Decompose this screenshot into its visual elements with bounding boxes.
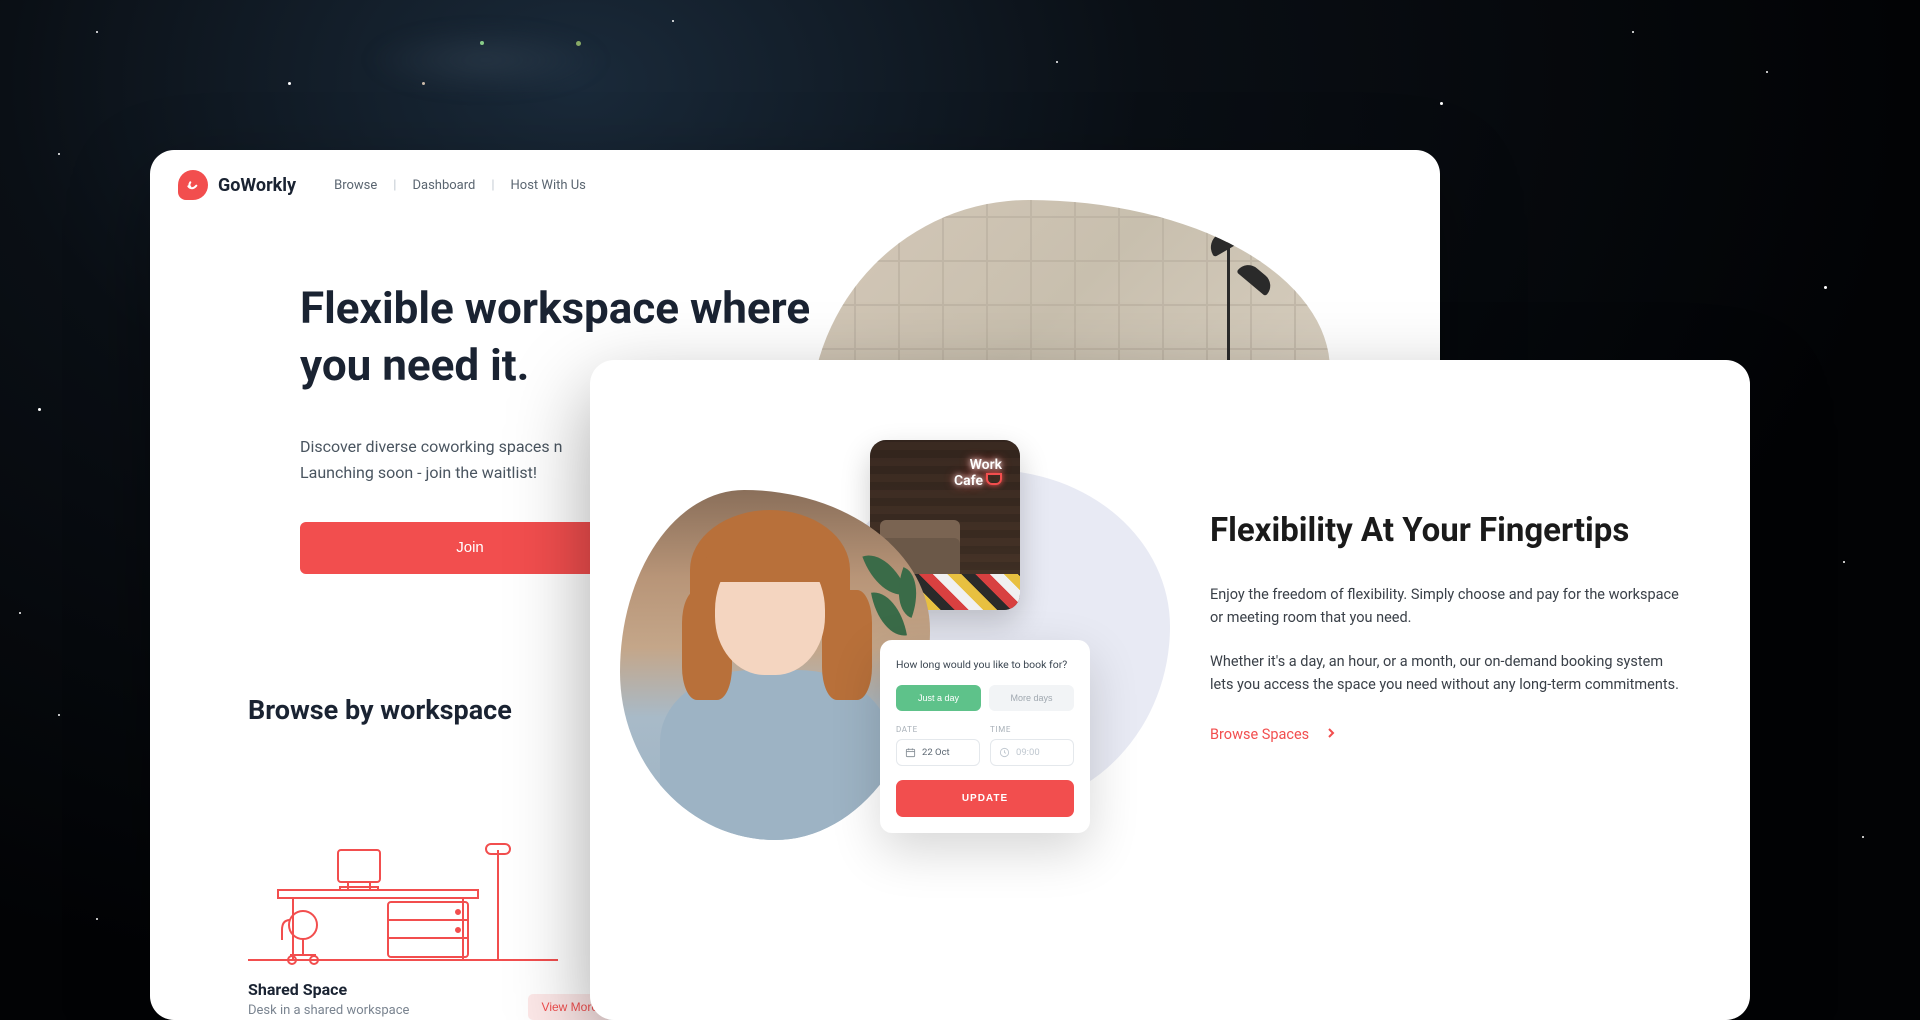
workspace-title: Shared Space <box>248 980 558 999</box>
nav-host[interactable]: Host With Us <box>495 178 602 193</box>
booking-question: How long would you like to book for? <box>896 658 1074 671</box>
clock-icon <box>999 747 1010 758</box>
calendar-icon <box>905 747 916 758</box>
workspace-illustration <box>248 760 558 970</box>
nav-browse[interactable]: Browse <box>318 178 393 193</box>
workspace-card[interactable]: Shared Space Desk in a shared workspace … <box>248 760 558 1018</box>
feature-visual: Work Cafe How long would you like to boo… <box>630 400 1150 980</box>
neon-sign: Work Cafe <box>954 458 1002 490</box>
join-button[interactable]: Join <box>300 522 640 574</box>
feature-paragraph-2: Whether it's a day, an hour, or a month,… <box>1210 650 1680 696</box>
logo-icon <box>178 170 208 200</box>
date-label: DATE <box>896 725 980 734</box>
segment-more-days[interactable]: More days <box>989 685 1074 711</box>
logo[interactable]: GoWorkly <box>178 170 296 200</box>
date-input[interactable]: 22 Oct <box>896 739 980 766</box>
nav-dashboard[interactable]: Dashboard <box>396 178 491 193</box>
workspace-subtitle: Desk in a shared workspace <box>248 1003 558 1018</box>
booking-widget: How long would you like to book for? Jus… <box>880 640 1090 833</box>
feature-paragraph-1: Enjoy the freedom of flexibility. Simply… <box>1210 583 1680 629</box>
feature-card: Work Cafe How long would you like to boo… <box>590 360 1750 1020</box>
chevron-right-icon <box>1327 726 1335 743</box>
segment-just-a-day[interactable]: Just a day <box>896 685 981 711</box>
browse-spaces-link[interactable]: Browse Spaces <box>1210 726 1335 743</box>
update-button[interactable]: UPDATE <box>896 780 1074 817</box>
feature-title: Flexibility At Your Fingertips <box>1210 510 1680 551</box>
time-label: TIME <box>990 725 1074 734</box>
brand-name: GoWorkly <box>218 175 296 196</box>
time-input[interactable]: 09:00 <box>990 739 1074 766</box>
